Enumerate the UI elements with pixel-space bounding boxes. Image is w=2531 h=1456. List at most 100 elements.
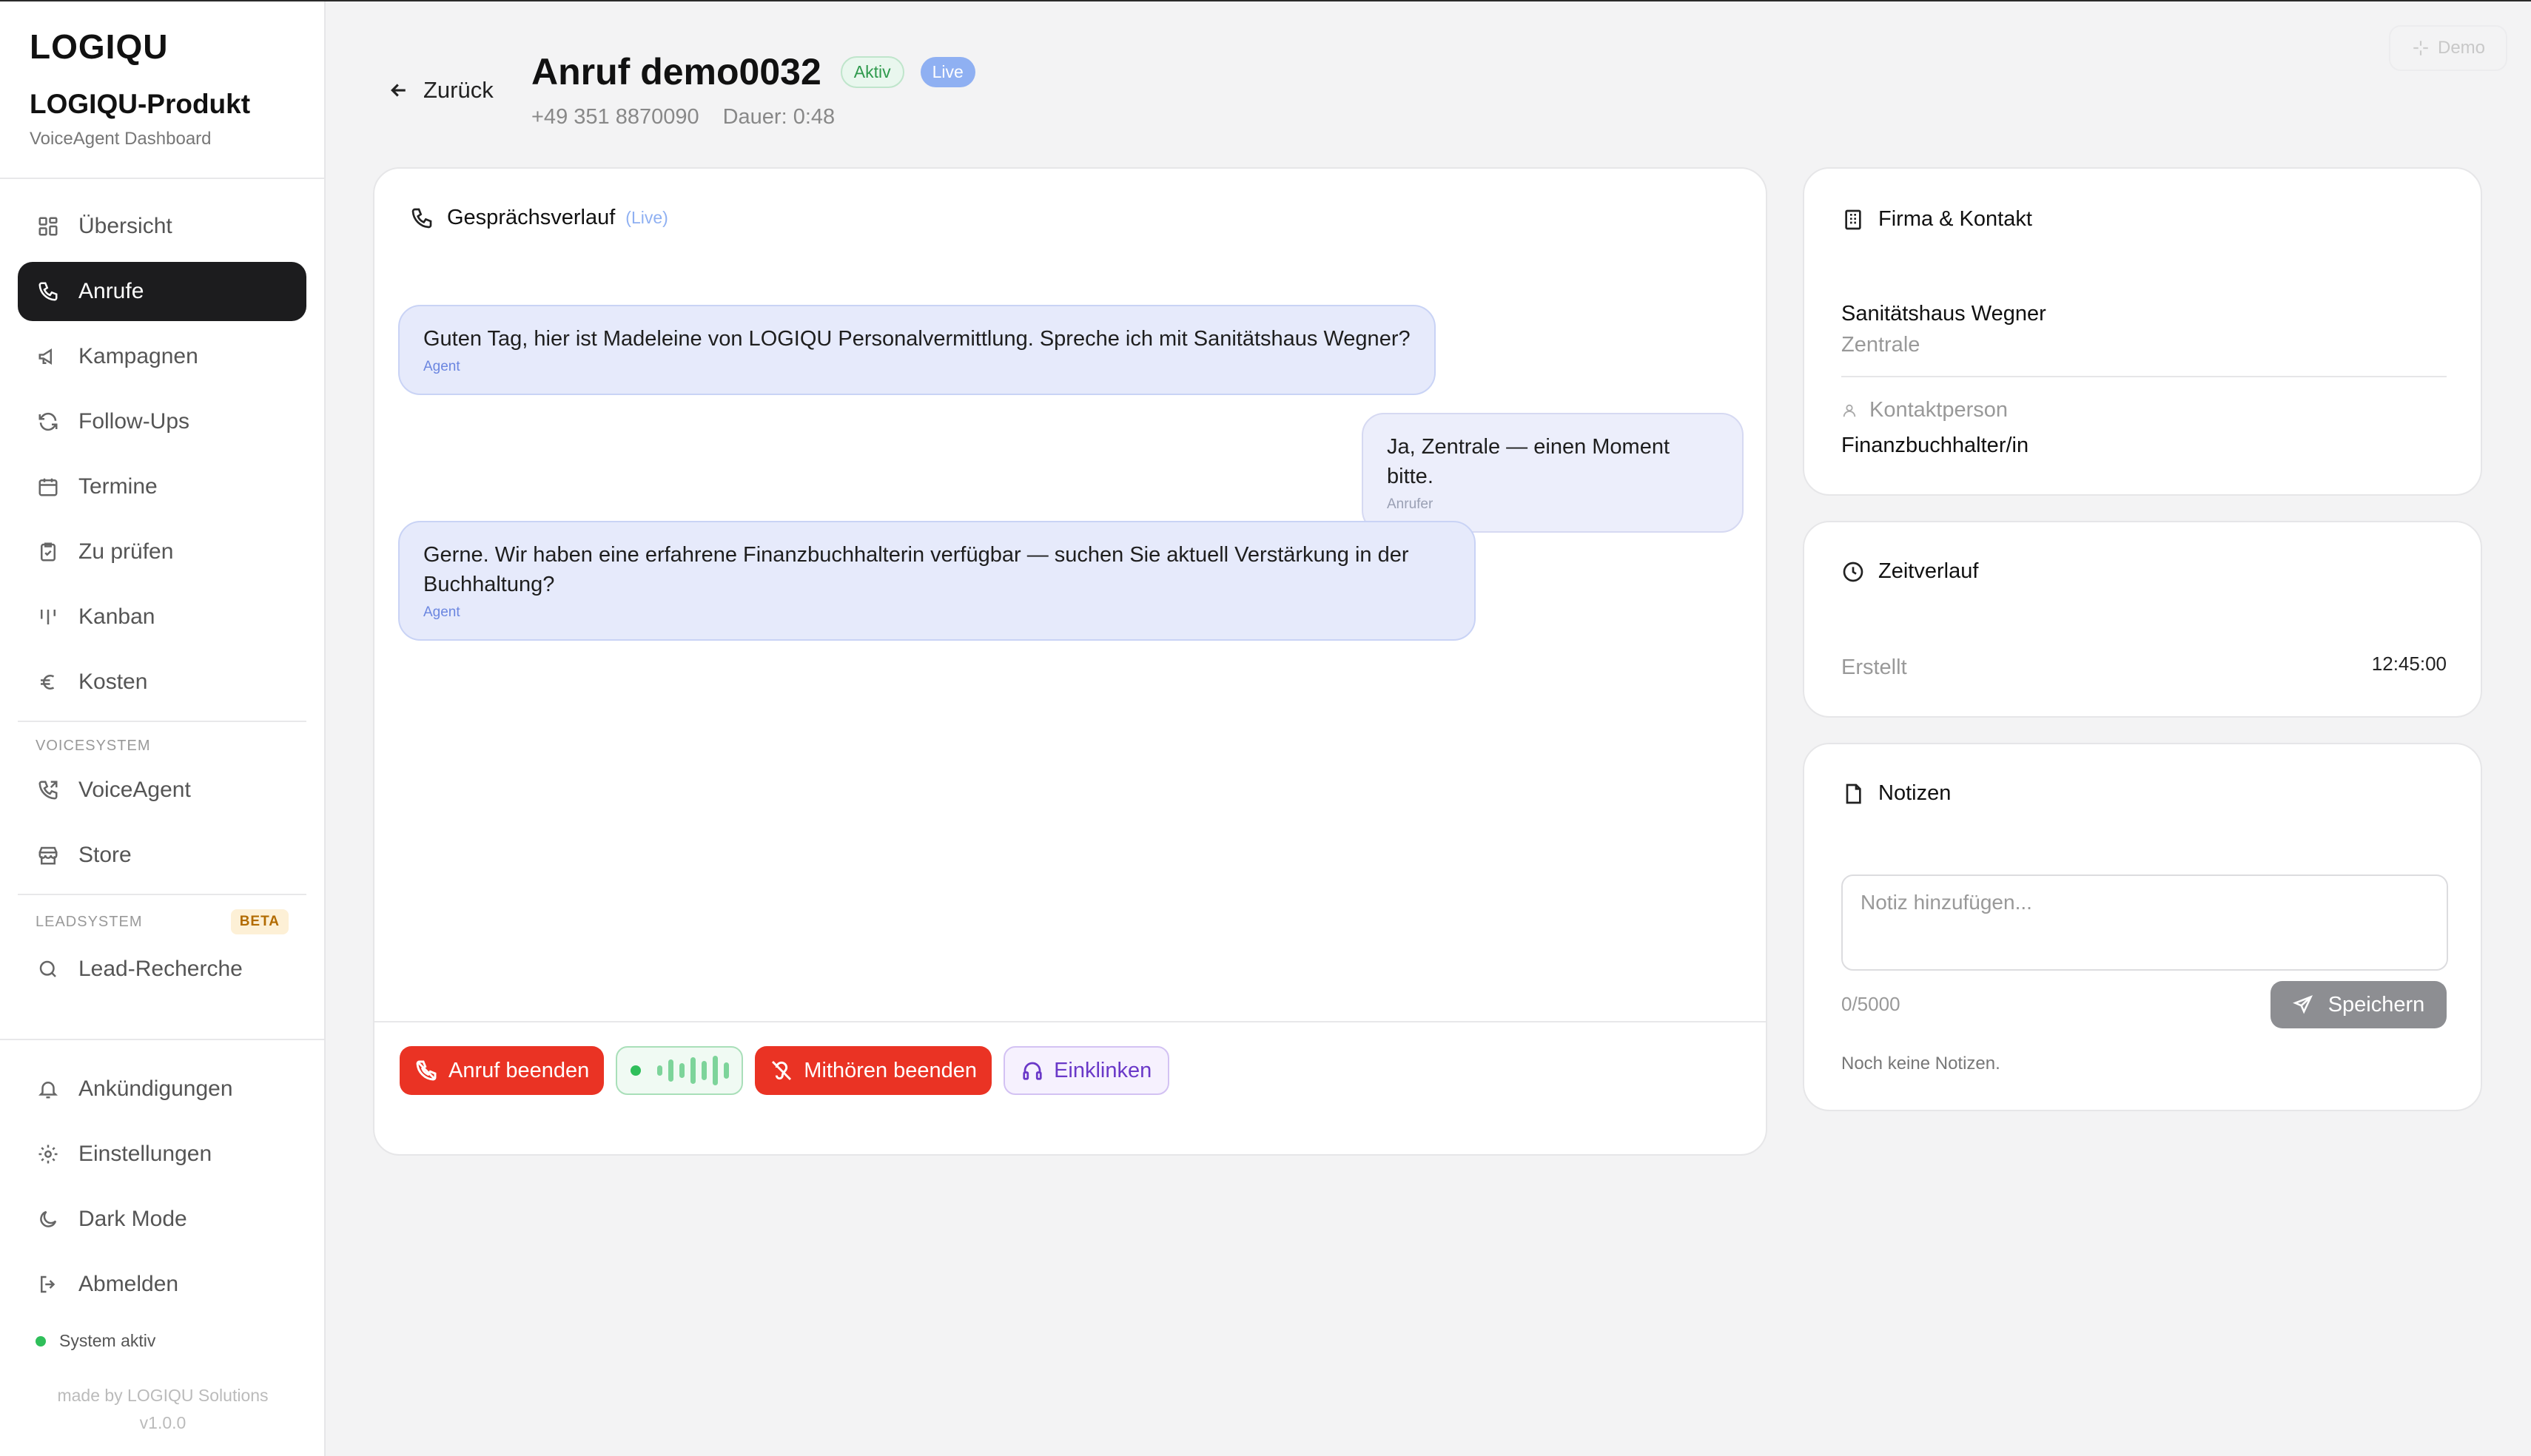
back-label: Zurück	[423, 77, 494, 103]
created-label: Erstellt	[1841, 655, 1907, 679]
audio-bar	[701, 1061, 707, 1080]
audio-bar	[679, 1063, 685, 1078]
demo-button[interactable]: Demo	[2389, 25, 2507, 71]
footer-credits: made by LOGIQU Solutions v1.0.0	[0, 1382, 326, 1437]
page-title: Anruf demo0032	[531, 51, 821, 92]
conversation-title: Gesprächsverlauf	[447, 206, 616, 229]
refresh-icon	[36, 409, 61, 434]
nav-divider	[18, 721, 306, 722]
save-note-button[interactable]: Speichern	[2270, 981, 2447, 1028]
audio-bar	[712, 1056, 718, 1085]
beta-badge: BETA	[230, 909, 289, 934]
sidebar-item-store[interactable]: Store	[18, 826, 306, 885]
phone-icon	[411, 208, 432, 228]
headphones-icon	[1023, 1062, 1042, 1080]
audio-bar	[723, 1062, 729, 1079]
phone-forward-icon	[36, 778, 61, 803]
nav-divider	[0, 1039, 324, 1040]
euro-icon	[36, 670, 61, 695]
notes-header: Notizen	[1841, 781, 1951, 806]
conversation-header: Gesprächsverlauf (Live)	[410, 206, 668, 230]
call-actions: Anruf beenden Mithören beenden Einklinke…	[400, 1046, 1170, 1095]
timeline-title: Zeitverlauf	[1878, 559, 1979, 583]
system-status: System aktiv	[36, 1331, 155, 1351]
calendar-icon	[36, 474, 61, 499]
notes-card: Notizen 0/5000 Speichern Noch keine Noti…	[1803, 743, 2482, 1111]
sidebar-item-label: Kosten	[78, 670, 148, 694]
note-icon	[1846, 783, 1861, 803]
call-duration: Dauer: 0:48	[722, 105, 836, 129]
note-char-counter: 0/5000	[1841, 993, 1900, 1015]
clipboard-check-icon	[36, 539, 61, 564]
product-name: LOGIQU-Produkt	[30, 89, 251, 119]
sidebar-item-zu-pruefen[interactable]: Zu prüfen	[18, 522, 306, 582]
call-header: Anruf demo0032 Aktiv Live	[531, 50, 975, 93]
logo: LOGIQU	[30, 27, 169, 66]
status-badge: Aktiv	[840, 55, 904, 88]
sidebar-item-dark-mode[interactable]: Dark Mode	[18, 1190, 306, 1249]
message-sender: Agent	[423, 359, 460, 374]
message-bubble-caller: Ja, Zentrale — einen Moment bitte. Anruf…	[1362, 413, 1744, 533]
timeline-header: Zeitverlauf	[1841, 559, 1978, 584]
audio-bar	[690, 1057, 696, 1084]
version-text: v1.0.0	[139, 1413, 186, 1432]
sidebar-item-label: Kanban	[78, 604, 155, 629]
sidebar-item-label: Store	[78, 843, 132, 867]
sidebar-item-label: Einstellungen	[78, 1142, 212, 1166]
message-text: Ja, Zentrale — einen Moment bitte.	[1387, 435, 1670, 488]
company-header: Firma & Kontakt	[1841, 207, 2032, 232]
sidebar-item-kampagnen[interactable]: Kampagnen	[18, 327, 306, 386]
store-icon	[36, 843, 61, 868]
building-icon	[1845, 209, 1861, 229]
search-icon	[36, 957, 61, 982]
note-input[interactable]	[1841, 874, 2448, 971]
bell-icon	[36, 1076, 61, 1102]
live-tag: (Live)	[625, 208, 668, 227]
section-label-voicesystem: VOICESYSTEM	[18, 731, 306, 761]
contact-label: Kontaktperson	[1841, 398, 2008, 422]
sidebar-item-label: Follow-Ups	[78, 409, 190, 434]
stop-listening-button[interactable]: Mithören beenden	[755, 1046, 992, 1095]
sidebar-item-lead-recherche[interactable]: Lead-Recherche	[18, 940, 306, 999]
main-nav: Übersicht Anrufe Kampagnen Follow-Ups Te…	[18, 197, 306, 1005]
sidebar-item-label: Kampagnen	[78, 344, 198, 368]
audio-bar	[656, 1065, 662, 1076]
phone-off-icon	[416, 1060, 437, 1081]
sidebar-item-ankuendigungen[interactable]: Ankündigungen	[18, 1059, 306, 1119]
conversation-card: Gesprächsverlauf (Live) Guten Tag, hier …	[373, 167, 1767, 1156]
company-name: Sanitätshaus Wegner	[1841, 302, 2046, 326]
sidebar-item-voiceagent[interactable]: VoiceAgent	[18, 761, 306, 820]
send-icon	[2292, 995, 2313, 1014]
join-call-button[interactable]: Einklinken	[1004, 1046, 1170, 1095]
sidebar-item-label: Lead-Recherche	[78, 957, 243, 981]
sidebar-item-label: VoiceAgent	[78, 778, 191, 802]
message-bubble-agent: Guten Tag, hier ist Madeleine von LOGIQU…	[398, 305, 1436, 395]
sidebar-item-label: Übersicht	[78, 214, 172, 238]
call-meta: +49 351 8870090 Dauer: 0:48	[531, 105, 835, 129]
company-title: Firma & Kontakt	[1878, 207, 2032, 231]
live-badge: Live	[920, 56, 975, 87]
sidebar-item-label: Anrufe	[78, 279, 144, 303]
sidebar-item-abmelden[interactable]: Abmelden	[18, 1255, 306, 1314]
sidebar-item-kosten[interactable]: Kosten	[18, 653, 306, 712]
company-card: Firma & Kontakt Sanitätshaus Wegner Zent…	[1803, 167, 2482, 496]
phone-number: +49 351 8870090	[531, 105, 699, 129]
back-button[interactable]: Zurück	[388, 77, 494, 104]
phone-icon	[36, 279, 61, 304]
sidebar-item-einstellungen[interactable]: Einstellungen	[18, 1125, 306, 1184]
notes-title: Notizen	[1878, 781, 1952, 805]
kanban-icon	[36, 604, 61, 630]
sidebar-item-termine[interactable]: Termine	[18, 457, 306, 516]
made-by-text: made by LOGIQU Solutions	[57, 1386, 269, 1405]
sidebar-item-uebersicht[interactable]: Übersicht	[18, 197, 306, 256]
recording-dot	[630, 1065, 641, 1076]
end-call-button[interactable]: Anruf beenden	[400, 1046, 605, 1095]
system-status-text: System aktiv	[59, 1331, 156, 1350]
sidebar-item-follow-ups[interactable]: Follow-Ups	[18, 392, 306, 451]
sidebar-item-kanban[interactable]: Kanban	[18, 587, 306, 647]
sidebar-item-anrufe[interactable]: Anrufe	[18, 262, 306, 321]
timeline-card: Zeitverlauf Erstellt 12:45:00	[1803, 521, 2482, 718]
end-call-label: Anruf beenden	[448, 1058, 590, 1082]
message-bubble-agent: Gerne. Wir haben eine erfahrene Finanzbu…	[398, 521, 1476, 641]
sidebar-item-label: Termine	[78, 474, 158, 499]
